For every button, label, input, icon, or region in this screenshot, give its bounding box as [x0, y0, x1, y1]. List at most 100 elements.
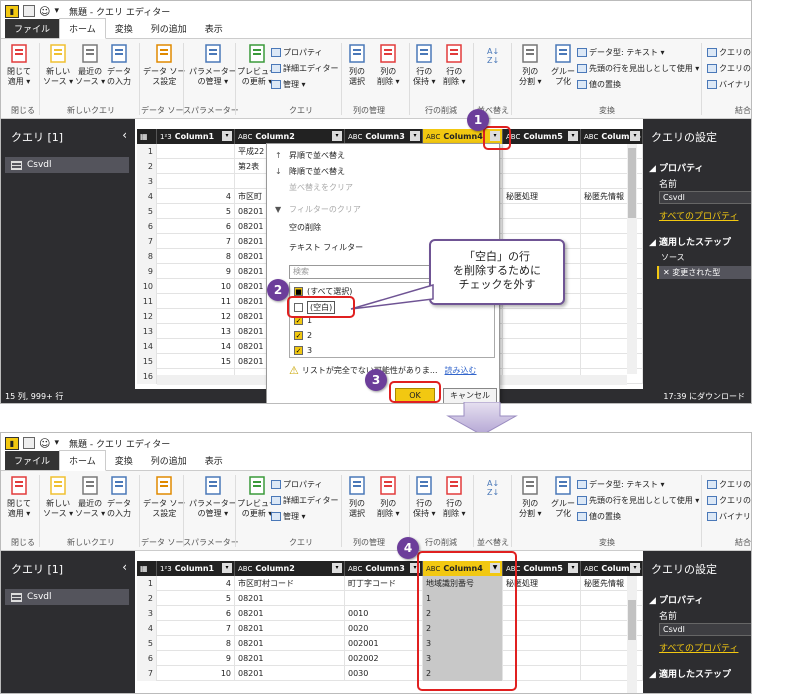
chevron-down-icon[interactable]: ▾ [410, 131, 420, 141]
properties-button[interactable]: プロパティ [271, 47, 323, 58]
manage-parameters-button[interactable]: パラメーター の管理 ▾ [189, 43, 237, 87]
tab-home[interactable]: ホーム [59, 18, 106, 39]
table-row[interactable]: 6 9 08201 002002 3 [137, 651, 643, 666]
split-column-button[interactable]: 列の 分割 ▾ [519, 43, 542, 87]
column-header-2[interactable]: ABC Column2 ▾ [235, 561, 345, 576]
chevron-down-icon[interactable]: ▾ [222, 563, 232, 573]
table-row[interactable]: 3 6 08201 0010 2 [137, 606, 643, 621]
merge-queries-button[interactable]: クエリの [707, 63, 751, 74]
tab-transform[interactable]: 変換 [106, 451, 142, 470]
column-header-5[interactable]: ABC Column5 ▾ [503, 129, 581, 144]
chevron-down-icon[interactable]: ▾ [630, 563, 640, 573]
menu-sort-asc[interactable]: ↑ 昇順で並べ替え [275, 150, 345, 161]
data-source-settings-button[interactable]: データ ソー ス設定 [143, 475, 186, 519]
chevron-down-icon[interactable]: ▾ [332, 131, 342, 141]
remove-columns-button[interactable]: 列の 削除 ▾ [377, 475, 400, 519]
remove-columns-button[interactable]: 列の 削除 ▾ [377, 43, 400, 87]
quick-access-chevron-icon[interactable]: ▾ [54, 6, 59, 16]
replace-values-button[interactable]: 値の置換 [577, 79, 621, 90]
data-type-dropdown[interactable]: データ型: テキスト ▾ [577, 479, 665, 490]
group-by-button[interactable]: グルー プ化 [551, 43, 575, 87]
keep-rows-button[interactable]: 行の 保持 ▾ [413, 43, 436, 87]
select-all-table-icon[interactable]: ▦ [137, 561, 157, 576]
collapse-chevron-icon[interactable]: ‹ [122, 128, 127, 142]
chevron-down-icon[interactable]: ▾ [332, 563, 342, 573]
tab-add-column[interactable]: 列の追加 [142, 19, 196, 38]
menu-text-filter[interactable]: テキスト フィルター [275, 242, 363, 253]
name-field[interactable]: Csvdl [659, 623, 751, 636]
query-item-csvdl[interactable]: Csvdl [5, 589, 129, 605]
column-header-1[interactable]: 1²3 Column1 ▾ [157, 129, 235, 144]
vertical-scrollbar[interactable] [627, 576, 637, 693]
tab-add-column[interactable]: 列の追加 [142, 451, 196, 470]
advanced-editor-button[interactable]: 詳細エディター [271, 63, 338, 74]
recent-sources-button[interactable]: 最近の ソース ▾ [75, 475, 105, 519]
new-source-button[interactable]: 新しい ソース ▾ [43, 43, 73, 87]
manage-button[interactable]: 管理 ▾ [271, 511, 306, 522]
tab-transform[interactable]: 変換 [106, 19, 142, 38]
table-row[interactable]: 7 10 08201 0030 2 [137, 666, 643, 681]
tab-file[interactable]: ファイル [5, 19, 60, 38]
close-apply-button[interactable]: 閉じて 適用 ▾ [7, 43, 31, 87]
checkbox-3[interactable]: ✓ [294, 346, 303, 355]
table-row[interactable]: 1 4 市区町村コード 町丁字コード 地域識別番号 秘匿処理 秘匿先情報 [137, 576, 643, 591]
chevron-down-icon[interactable]: ▾ [630, 131, 640, 141]
append-queries-button[interactable]: クエリの追 [707, 47, 751, 58]
choose-columns-button[interactable]: 列の 選択 [347, 475, 367, 519]
save-icon[interactable] [23, 437, 35, 449]
column-header-6[interactable]: ABC Column6 ▾ [581, 129, 643, 144]
data-type-dropdown[interactable]: データ型: テキスト ▾ [577, 47, 665, 58]
collapse-chevron-icon[interactable]: ‹ [122, 560, 127, 574]
sort-buttons[interactable]: A↓ Z↓ [487, 47, 499, 65]
enter-data-button[interactable]: データ の入力 [107, 475, 131, 519]
sort-az-icon[interactable]: A↓ Z↓ [487, 479, 499, 497]
tab-view[interactable]: 表示 [196, 451, 232, 470]
recent-sources-button[interactable]: 最近の ソース ▾ [75, 43, 105, 87]
checkbox-select-all[interactable]: ■ [294, 287, 303, 296]
chevron-down-icon[interactable]: ▾ [568, 131, 578, 141]
save-icon[interactable] [23, 5, 35, 17]
table-row[interactable]: 5 8 08201 002001 3 [137, 636, 643, 651]
all-properties-link[interactable]: すべてのプロパティ [659, 209, 738, 222]
split-column-button[interactable]: 列の 分割 ▾ [519, 475, 542, 519]
tab-home[interactable]: ホーム [59, 450, 106, 471]
properties-button[interactable]: プロパティ [271, 479, 323, 490]
remove-rows-button[interactable]: 行の 削除 ▾ [443, 43, 466, 87]
column-header-3[interactable]: ABC Column3 ▾ [345, 129, 423, 144]
select-all-table-icon[interactable]: ▦ [137, 129, 157, 144]
chevron-down-icon[interactable]: ▾ [222, 131, 232, 141]
choose-columns-button[interactable]: 列の 選択 [347, 43, 367, 87]
new-source-button[interactable]: 新しい ソース ▾ [43, 475, 73, 519]
column-header-6[interactable]: ABC Column6 ▾ [581, 561, 643, 576]
use-first-row-button[interactable]: 先頭の行を見出しとして使用 ▾ [577, 495, 699, 506]
tab-view[interactable]: 表示 [196, 19, 232, 38]
name-field[interactable]: Csvdl [659, 191, 751, 204]
smiley-icon[interactable]: ☺ [39, 437, 50, 450]
menu-remove-empty[interactable]: 空の削除 [275, 222, 321, 233]
checkbox-2[interactable]: ✓ [294, 331, 303, 340]
manage-button[interactable]: 管理 ▾ [271, 79, 306, 90]
replace-values-button[interactable]: 値の置換 [577, 511, 621, 522]
step-changed-type[interactable]: ✕ 変更された型 [657, 266, 751, 279]
column-header-3[interactable]: ABC Column3 ▾ [345, 561, 423, 576]
use-first-row-button[interactable]: 先頭の行を見出しとして使用 ▾ [577, 63, 699, 74]
load-more-link[interactable]: 読み込む [445, 365, 477, 376]
group-by-button[interactable]: グルー プ化 [551, 475, 575, 519]
vertical-scrollbar[interactable] [627, 144, 637, 374]
keep-rows-button[interactable]: 行の 保持 ▾ [413, 475, 436, 519]
combine-binaries-button[interactable]: バイナリ [707, 79, 751, 90]
append-queries-button[interactable]: クエリの追 [707, 479, 751, 490]
merge-queries-button[interactable]: クエリの [707, 495, 751, 506]
combine-binaries-button[interactable]: バイナリ [707, 511, 751, 522]
smiley-icon[interactable]: ☺ [39, 5, 50, 18]
step-source[interactable]: ソース [657, 251, 751, 264]
quick-access-chevron-icon[interactable]: ▾ [54, 438, 59, 448]
advanced-editor-button[interactable]: 詳細エディター [271, 495, 338, 506]
sort-az-icon[interactable]: A↓ Z↓ [487, 47, 499, 65]
remove-rows-button[interactable]: 行の 削除 ▾ [443, 475, 466, 519]
filter-item-2[interactable]: ✓ 2 [294, 331, 312, 340]
enter-data-button[interactable]: データ の入力 [107, 43, 131, 87]
column-header-2[interactable]: ABC Column2 ▾ [235, 129, 345, 144]
table-row[interactable]: 4 7 08201 0020 2 [137, 621, 643, 636]
tab-file[interactable]: ファイル [5, 451, 60, 470]
